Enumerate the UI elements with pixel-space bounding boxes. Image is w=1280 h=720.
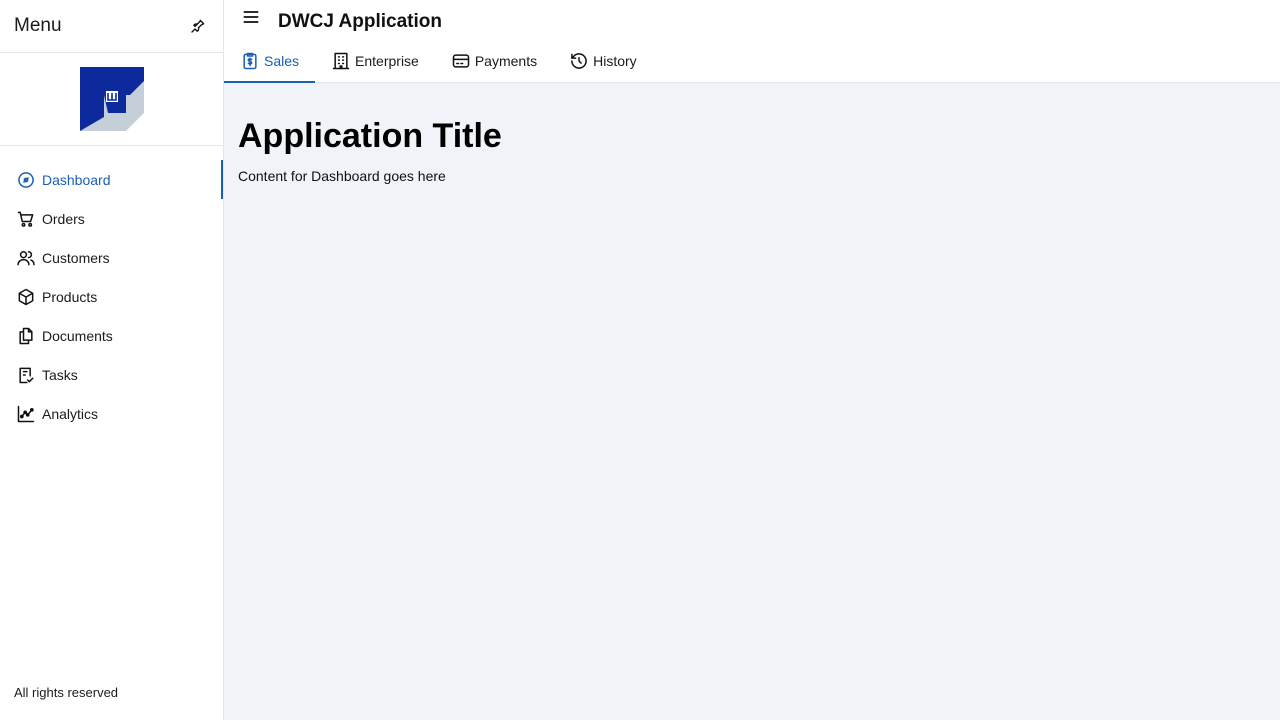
tab-label: History [593, 53, 637, 69]
logo-area [0, 53, 223, 146]
drawer-header: Menu [0, 0, 223, 53]
box-icon [16, 287, 36, 307]
users-icon [16, 248, 36, 268]
nav-item-orders[interactable]: Orders [0, 199, 223, 238]
app-drawer: Menu Dashboard Orders Customers Products… [0, 0, 224, 720]
nav-item-label: Analytics [42, 405, 99, 422]
app-header: DWCJ Application Sales Enterprise Paymen… [224, 0, 1280, 83]
nav-item-products[interactable]: Products [0, 277, 223, 316]
sales-icon [243, 52, 257, 70]
tab-sales[interactable]: Sales [224, 40, 316, 83]
nav-item-customers[interactable]: Customers [0, 238, 223, 277]
toolbar: DWCJ Application [224, 0, 1280, 40]
drawer-footer: All rights reserved [14, 685, 119, 700]
nav-item-label: Products [42, 288, 98, 305]
page-title: Application Title [238, 117, 502, 155]
nav-item-documents[interactable]: Documents [0, 316, 223, 355]
drawer-nav: Dashboard Orders Customers Products Docu… [0, 146, 223, 433]
analytics-icon [16, 404, 36, 424]
tab-payments[interactable]: Payments [435, 40, 553, 82]
main-content: Application Title Content for Dashboard … [224, 83, 1280, 720]
nav-item-label: Orders [42, 210, 85, 227]
nav-item-label: Dashboard [42, 171, 111, 188]
cart-icon [16, 209, 36, 229]
drawer-title: Menu [14, 15, 62, 36]
tab-enterprise[interactable]: Enterprise [315, 40, 435, 82]
documents-icon [16, 326, 36, 346]
menu-toggle-icon[interactable] [240, 6, 262, 28]
nav-item-label: Customers [42, 249, 110, 266]
building-icon [332, 52, 350, 70]
nav-item-label: Documents [42, 327, 113, 344]
nav-item-analytics[interactable]: Analytics [0, 394, 223, 433]
nav-item-tasks[interactable]: Tasks [0, 355, 223, 394]
nav-item-label: Tasks [42, 366, 78, 383]
pin-icon[interactable] [187, 15, 209, 37]
tab-label: Enterprise [355, 53, 419, 69]
tab-label: Payments [474, 53, 538, 69]
tab-label: Sales [264, 53, 300, 69]
tab-bar: Sales Enterprise Payments History [224, 40, 1280, 83]
tasks-icon [16, 365, 36, 385]
app-logo [79, 67, 144, 131]
dashboard-icon [16, 170, 36, 190]
history-icon [571, 53, 587, 69]
content-text: Content for Dashboard goes here [238, 168, 446, 184]
nav-item-dashboard[interactable]: Dashboard [0, 160, 223, 199]
credit-card-icon [452, 54, 470, 68]
tab-history[interactable]: History [553, 40, 653, 82]
app-title: DWCJ Application [278, 11, 442, 32]
